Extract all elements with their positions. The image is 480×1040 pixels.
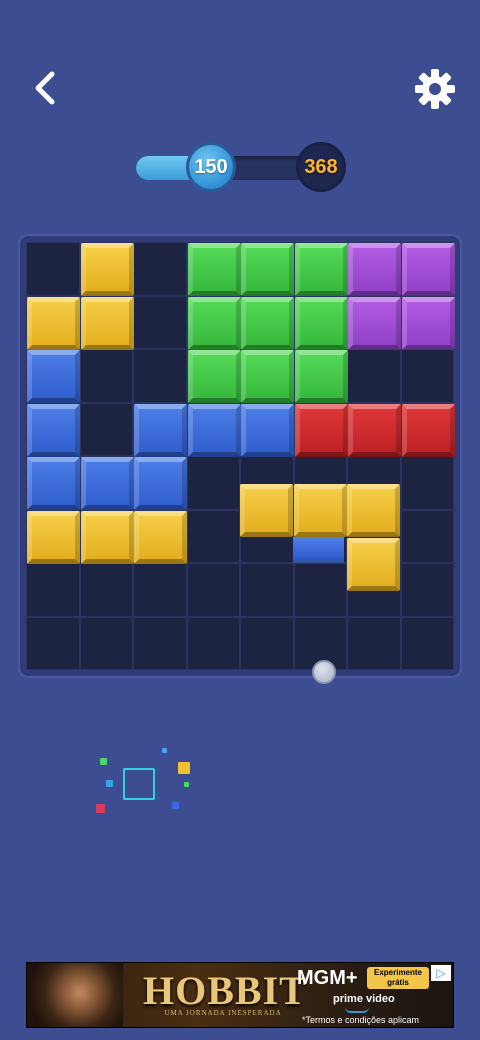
settings-button[interactable] bbox=[412, 66, 458, 112]
board-cell[interactable] bbox=[79, 349, 133, 403]
ad-banner[interactable]: HOBBIT UMA JORNADA INESPERADA MGM+ Exper… bbox=[26, 962, 454, 1028]
blue-block bbox=[27, 457, 80, 510]
board-cell[interactable] bbox=[400, 509, 454, 563]
yellow-block bbox=[80, 510, 134, 564]
board-cell[interactable] bbox=[240, 616, 294, 670]
board-cell[interactable] bbox=[400, 456, 454, 510]
prime-smile-icon bbox=[345, 1007, 369, 1013]
green-block bbox=[294, 350, 348, 403]
board-drag-handle[interactable] bbox=[312, 660, 336, 684]
score-progress: 150 368 bbox=[136, 142, 346, 192]
current-score-badge: 150 bbox=[186, 142, 236, 192]
purple-block bbox=[348, 243, 401, 296]
green-block bbox=[187, 350, 241, 403]
green-block bbox=[241, 350, 294, 403]
blue-block bbox=[80, 457, 134, 510]
sparkle-icon bbox=[178, 762, 190, 774]
best-score: 368 bbox=[304, 155, 338, 178]
purple-block bbox=[401, 243, 455, 296]
dragged-piece-block[interactable] bbox=[240, 484, 293, 537]
blue-block bbox=[241, 403, 294, 457]
dragged-piece-block[interactable] bbox=[293, 484, 347, 537]
green-block bbox=[187, 296, 241, 350]
best-score-badge: 368 bbox=[296, 142, 346, 192]
sparkle-icon bbox=[162, 748, 167, 753]
board-cell[interactable] bbox=[400, 563, 454, 617]
purple-block bbox=[401, 296, 455, 350]
board-cell[interactable] bbox=[347, 616, 401, 670]
ad-service: prime video bbox=[333, 993, 395, 1005]
board-cell[interactable] bbox=[26, 616, 80, 670]
board-cell[interactable] bbox=[347, 349, 401, 403]
gear-icon bbox=[415, 69, 455, 109]
board-cell[interactable] bbox=[400, 349, 454, 403]
board-cell[interactable] bbox=[133, 242, 187, 296]
dragged-piece-block[interactable] bbox=[347, 537, 400, 591]
green-block bbox=[241, 296, 294, 350]
blue-block bbox=[134, 403, 187, 457]
current-score: 150 bbox=[194, 155, 228, 178]
board-cell[interactable] bbox=[186, 563, 240, 617]
blue-block bbox=[27, 403, 80, 457]
sparkle-icon bbox=[100, 758, 107, 765]
red-block bbox=[348, 403, 401, 457]
blue-block bbox=[134, 457, 187, 510]
board-cell[interactable] bbox=[133, 295, 187, 349]
top-bar bbox=[0, 0, 480, 140]
sparkle-icon bbox=[184, 782, 189, 787]
ad-terms: *Termos e condições aplicam bbox=[302, 1015, 420, 1025]
board-cell[interactable] bbox=[79, 402, 133, 456]
board-cell[interactable] bbox=[133, 616, 187, 670]
sparkle-icon bbox=[106, 780, 113, 787]
green-block bbox=[294, 296, 348, 350]
ad-subtitle: UMA JORNADA INESPERADA bbox=[164, 1009, 282, 1017]
green-block bbox=[187, 243, 241, 296]
ad-cta-button[interactable]: Experimente grátis bbox=[367, 967, 429, 989]
board-cell[interactable] bbox=[240, 563, 294, 617]
board-cell[interactable] bbox=[293, 563, 347, 617]
board-cell[interactable] bbox=[186, 616, 240, 670]
sparkle-icon bbox=[172, 802, 179, 809]
purple-block bbox=[348, 296, 401, 350]
falling-block-fragment bbox=[293, 537, 344, 563]
board-cell[interactable] bbox=[133, 349, 187, 403]
board-cell[interactable] bbox=[79, 616, 133, 670]
red-block bbox=[401, 403, 455, 457]
board-cell[interactable] bbox=[186, 456, 240, 510]
single-square-outline-icon[interactable] bbox=[123, 768, 155, 800]
yellow-block bbox=[27, 296, 80, 350]
ad-brand: MGM+ bbox=[297, 967, 358, 989]
red-block bbox=[294, 403, 348, 457]
board-cell[interactable] bbox=[79, 563, 133, 617]
ad-title: HOBBIT bbox=[143, 968, 307, 1013]
yellow-block bbox=[27, 510, 80, 564]
green-block bbox=[294, 243, 348, 296]
piece-tray[interactable] bbox=[90, 748, 200, 818]
board-cell[interactable] bbox=[186, 509, 240, 563]
yellow-block bbox=[134, 510, 187, 564]
back-button[interactable] bbox=[26, 66, 66, 110]
green-block bbox=[241, 243, 294, 296]
sparkle-icon bbox=[96, 804, 105, 813]
board-cell[interactable] bbox=[26, 563, 80, 617]
back-arrow-icon bbox=[35, 71, 55, 105]
blue-block bbox=[27, 350, 80, 403]
dragged-piece-block[interactable] bbox=[347, 484, 400, 537]
blue-block bbox=[187, 403, 241, 457]
board-cell[interactable] bbox=[26, 242, 80, 296]
board-cell[interactable] bbox=[133, 563, 187, 617]
board-cell[interactable] bbox=[400, 616, 454, 670]
ad-choices-icon[interactable]: ▷ bbox=[431, 965, 451, 981]
yellow-block bbox=[80, 296, 134, 350]
yellow-block bbox=[80, 243, 134, 296]
ad-image bbox=[27, 963, 123, 1027]
